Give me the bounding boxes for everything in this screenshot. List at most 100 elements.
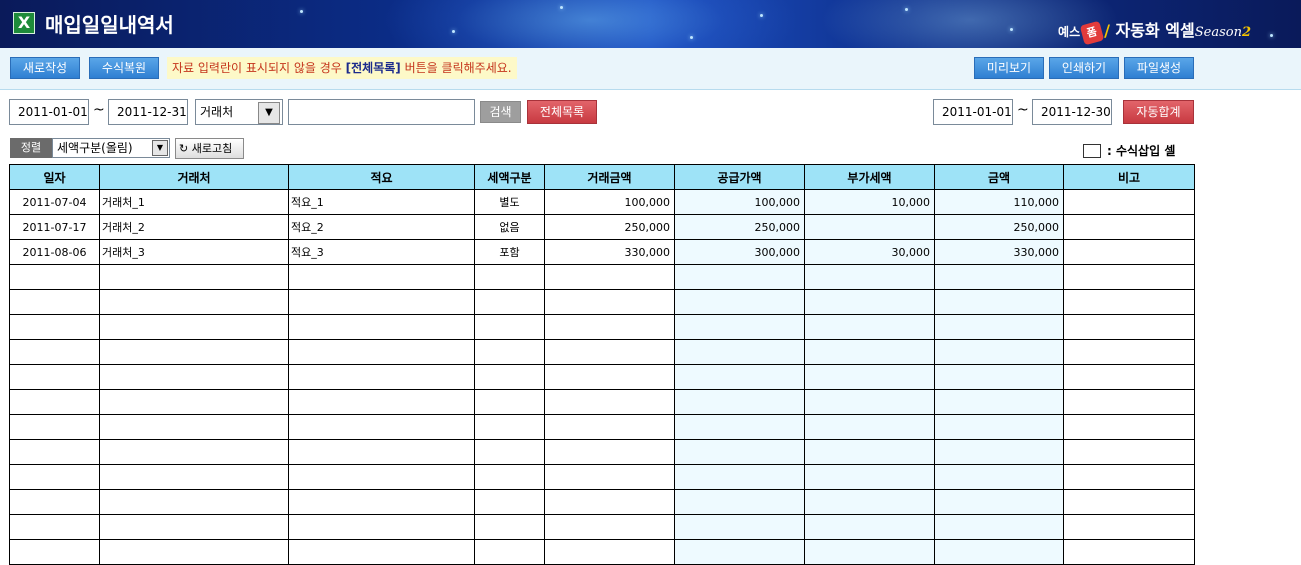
cell-total-amount[interactable] [934,289,1064,315]
cell-description[interactable] [288,514,475,540]
cell-tax-type[interactable] [474,464,545,490]
cell-supply-amount[interactable] [674,339,805,365]
cell-vendor[interactable] [99,414,289,440]
cell-vat-amount[interactable] [804,364,935,390]
cell-total-amount[interactable]: 330,000 [934,239,1064,265]
cell-supply-amount[interactable]: 300,000 [674,239,805,265]
cell-transaction-amount[interactable] [544,364,675,390]
cell-vat-amount[interactable] [804,264,935,290]
cell-vendor[interactable] [99,439,289,465]
cell-supply-amount[interactable] [674,439,805,465]
cell-supply-amount[interactable] [674,414,805,440]
cell-description[interactable] [288,489,475,515]
cell-transaction-amount[interactable] [544,414,675,440]
cell-vendor[interactable] [99,514,289,540]
cell-vat-amount[interactable] [804,289,935,315]
search-input[interactable] [288,99,475,125]
cell-tax-type[interactable]: 포함 [474,239,545,265]
cell-date[interactable] [9,439,100,465]
cell-vendor[interactable] [99,489,289,515]
cell-transaction-amount[interactable]: 100,000 [544,189,675,215]
sort-select[interactable]: 세액구분(올림) ▼ [52,138,170,158]
cell-description[interactable] [288,439,475,465]
cell-vat-amount[interactable] [804,539,935,565]
cell-tax-type[interactable] [474,439,545,465]
cell-tax-type[interactable] [474,389,545,415]
cell-total-amount[interactable] [934,464,1064,490]
cell-remarks[interactable] [1063,439,1195,465]
cell-tax-type[interactable] [474,539,545,565]
cell-transaction-amount[interactable] [544,489,675,515]
cell-supply-amount[interactable] [674,464,805,490]
cell-date[interactable] [9,414,100,440]
cell-remarks[interactable] [1063,364,1195,390]
cell-description[interactable]: 적요_2 [288,214,475,240]
cell-description[interactable] [288,389,475,415]
cell-vendor[interactable] [99,314,289,340]
chevron-down-icon[interactable]: ▼ [258,102,280,124]
cell-remarks[interactable] [1063,489,1195,515]
cell-supply-amount[interactable] [674,539,805,565]
cell-transaction-amount[interactable] [544,464,675,490]
cell-date[interactable] [9,464,100,490]
cell-description[interactable] [288,364,475,390]
cell-vat-amount[interactable] [804,389,935,415]
cell-remarks[interactable] [1063,189,1195,215]
sum-date-to-field[interactable]: 2011-12-30 [1032,99,1112,125]
cell-vendor[interactable]: 거래처_1 [99,189,289,215]
cell-vendor[interactable]: 거래처_2 [99,214,289,240]
cell-date[interactable] [9,364,100,390]
cell-vat-amount[interactable] [804,439,935,465]
date-from-field[interactable]: 2011-01-01 [9,99,89,125]
cell-remarks[interactable] [1063,239,1195,265]
cell-total-amount[interactable] [934,514,1064,540]
search-field-select[interactable]: 거래처 ▼ [195,99,283,125]
cell-transaction-amount[interactable]: 250,000 [544,214,675,240]
cell-total-amount[interactable] [934,414,1064,440]
cell-supply-amount[interactable] [674,514,805,540]
cell-supply-amount[interactable] [674,314,805,340]
cell-description[interactable] [288,339,475,365]
cell-description[interactable] [288,464,475,490]
cell-date[interactable] [9,489,100,515]
cell-total-amount[interactable] [934,314,1064,340]
date-to-field[interactable]: 2011-12-31 [108,99,188,125]
cell-tax-type[interactable] [474,289,545,315]
cell-remarks[interactable] [1063,464,1195,490]
auto-sum-button[interactable]: 자동합계 [1123,100,1194,124]
cell-tax-type[interactable] [474,264,545,290]
cell-total-amount[interactable] [934,539,1064,565]
cell-total-amount[interactable] [934,364,1064,390]
cell-vat-amount[interactable] [804,464,935,490]
cell-tax-type[interactable] [474,339,545,365]
cell-tax-type[interactable] [474,414,545,440]
sum-date-from-field[interactable]: 2011-01-01 [933,99,1013,125]
cell-supply-amount[interactable] [674,489,805,515]
print-button[interactable]: 인쇄하기 [1049,57,1119,79]
cell-total-amount[interactable]: 110,000 [934,189,1064,215]
cell-tax-type[interactable]: 별도 [474,189,545,215]
cell-vat-amount[interactable] [804,414,935,440]
cell-description[interactable] [288,264,475,290]
cell-total-amount[interactable] [934,439,1064,465]
cell-remarks[interactable] [1063,264,1195,290]
cell-transaction-amount[interactable] [544,339,675,365]
cell-vat-amount[interactable]: 30,000 [804,239,935,265]
cell-vendor[interactable] [99,289,289,315]
cell-description[interactable] [288,289,475,315]
cell-transaction-amount[interactable]: 330,000 [544,239,675,265]
cell-vendor[interactable] [99,389,289,415]
cell-vat-amount[interactable] [804,489,935,515]
cell-total-amount[interactable]: 250,000 [934,214,1064,240]
cell-vat-amount[interactable] [804,339,935,365]
cell-remarks[interactable] [1063,314,1195,340]
cell-supply-amount[interactable] [674,264,805,290]
cell-remarks[interactable] [1063,289,1195,315]
cell-vendor[interactable] [99,539,289,565]
cell-remarks[interactable] [1063,539,1195,565]
cell-date[interactable] [9,389,100,415]
cell-transaction-amount[interactable] [544,389,675,415]
cell-description[interactable]: 적요_3 [288,239,475,265]
cell-vendor[interactable] [99,364,289,390]
preview-button[interactable]: 미리보기 [974,57,1044,79]
